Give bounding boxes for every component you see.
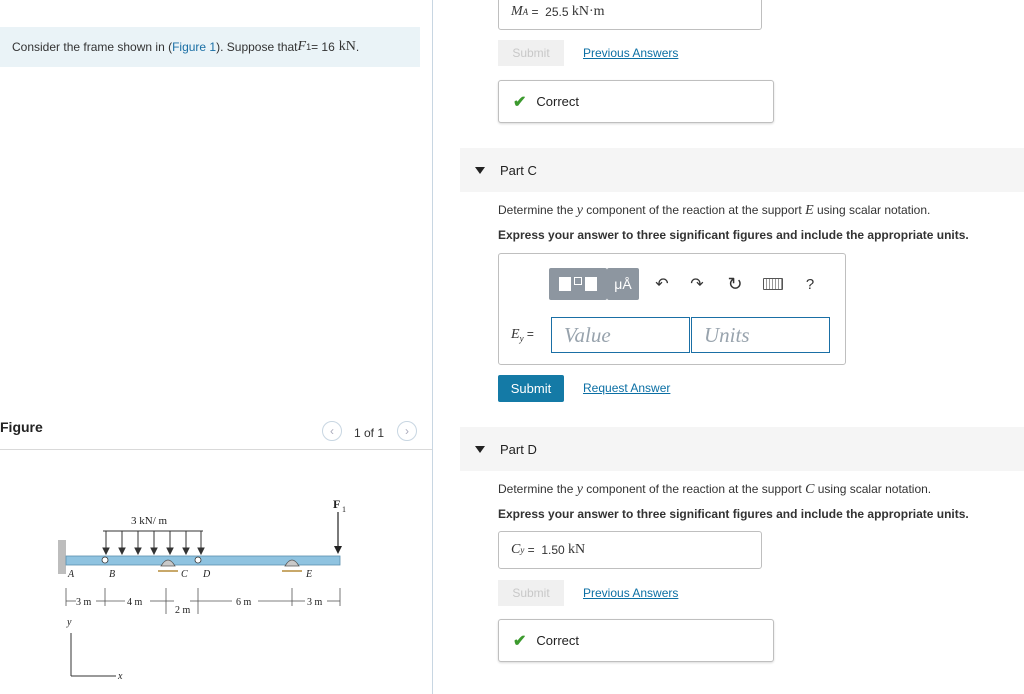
dim-ab: 3 m [76,597,92,608]
templates-button[interactable] [549,268,607,300]
load-arrows [102,531,205,556]
caret-down-icon [475,166,485,174]
part-d-title: Part D [500,441,537,457]
units-button[interactable]: μÅ [607,268,639,300]
part-d-submit-button[interactable]: Submit [498,580,564,606]
figure-pager: 1 of 1 [354,426,385,440]
feedback-text: Correct [536,94,580,109]
point-b: B [109,569,115,580]
part-b-correct-feedback: ✔ Correct [498,80,774,123]
part-c-answer-panel: μÅ ↶ ↷ ↻ ? Ey = Value Units [498,253,846,365]
dim-bc: 4 m [127,597,143,608]
pane-divider[interactable] [432,0,433,694]
undo-icon[interactable]: ↶ [651,273,673,295]
reset-icon[interactable]: ↻ [724,273,746,295]
part-c-header[interactable]: Part C [460,148,1024,192]
answer-value: = 25.5 [528,5,572,19]
prompt-support: C [805,482,815,497]
part-d-correct-feedback: ✔ Correct [498,619,774,662]
answer-unit: kN [568,542,586,557]
axis-y-label: y [66,617,72,628]
part-b-answer-display: MA = 25.5 kN·m [498,0,762,30]
point-e: E [305,569,312,580]
part-b-previous-answers-link[interactable]: Previous Answers [583,46,678,60]
hinge-b [101,556,109,564]
chevron-left-icon: ‹ [330,424,334,438]
caret-down-icon [475,445,485,453]
figure-label: Figure [0,419,43,435]
check-icon: ✔ [513,93,527,111]
feedback-text: Correct [536,633,580,648]
left-pane: Consider the frame shown in (Figure 1). … [0,0,432,694]
force-arrowhead [334,546,342,554]
chevron-right-icon: › [405,424,409,438]
point-c: C [181,569,188,580]
part-c-instruction: Express your answer to three significant… [498,228,969,242]
force-unit: kN [338,39,356,54]
prompt-text-3: using scalar notation. [814,482,932,496]
answer-symbol: C [511,542,521,557]
input-symbol: E [511,327,520,342]
part-d-previous-answers-link[interactable]: Previous Answers [583,586,678,600]
input-label: Ey = [511,327,534,343]
problem-text-2: ). Suppose that [216,40,298,54]
frame-figure: 3 kN/ m F 1 A B C D E 3 m 4 m 2 m 6 m 3 … [58,497,346,682]
request-answer-link[interactable]: Request Answer [583,381,670,395]
point-a: A [67,569,75,580]
force-eq: = 16 [311,40,335,54]
coordinate-axes: y x [66,617,123,682]
force-label: F [333,497,340,511]
dimension-ticks [65,588,341,614]
keyboard-icon[interactable] [762,273,784,295]
wall-support [58,540,66,574]
problem-statement: Consider the frame shown in (Figure 1). … [0,27,420,67]
prompt-support: E [805,203,814,218]
templates-icon [559,277,597,291]
dim-cd: 2 m [175,605,191,616]
part-d-prompt: Determine the y component of the reactio… [498,482,931,498]
redo-icon[interactable]: ↷ [686,273,708,295]
answer-unit: kN·m [571,4,605,19]
prompt-text-3: using scalar notation. [813,203,931,217]
input-eq: = [523,327,534,341]
prompt-text: Determine the [498,203,577,217]
units-input[interactable]: Units [691,317,830,353]
dim-de: 6 m [236,597,252,608]
point-d: D [202,569,211,580]
part-d-instruction: Express your answer to three significant… [498,507,969,521]
dim-ef: 3 m [307,597,323,608]
axis-x-label: x [117,671,123,682]
part-c-prompt: Determine the y component of the reactio… [498,203,930,219]
help-button[interactable]: ? [799,273,821,295]
prompt-text-2: component of the reaction at the support [582,203,806,217]
answer-value: = 1.50 [524,543,569,557]
prompt-text-2: component of the reaction at the support [582,482,806,496]
part-c-submit-button[interactable]: Submit [498,375,564,402]
force-label-sub: 1 [342,505,346,514]
check-icon: ✔ [513,632,527,650]
part-c-title: Part C [500,162,537,178]
force-symbol: F [297,39,307,54]
answer-symbol: M [511,4,523,19]
prompt-text: Determine the [498,482,577,496]
next-figure-button[interactable]: › [397,421,417,441]
hinge-d [194,556,202,564]
problem-text: Consider the frame shown in ( [12,40,173,54]
prev-figure-button[interactable]: ‹ [322,421,342,441]
part-d-header[interactable]: Part D [460,427,1024,471]
load-label: 3 kN/ m [131,515,168,527]
part-d-answer-display: Cy = 1.50 kN [498,531,762,569]
value-input[interactable]: Value [551,317,690,353]
problem-end: . [355,40,360,54]
figure-link[interactable]: Figure 1 [172,40,216,54]
part-b-submit-button[interactable]: Submit [498,40,564,66]
